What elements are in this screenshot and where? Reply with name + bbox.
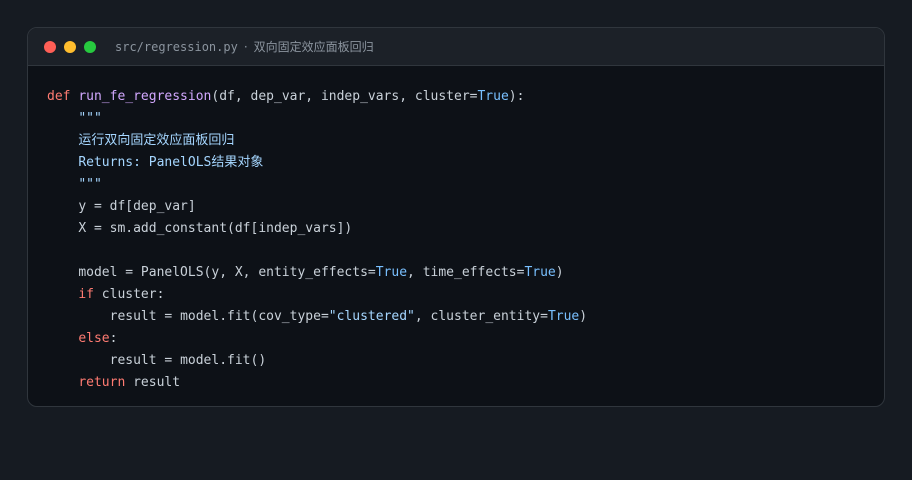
close-window-dot[interactable] (44, 40, 56, 53)
code-else-colon: : (109, 331, 118, 346)
docstring-open: """ (78, 111, 102, 126)
code-line-11: result = model.fit(cov_type="clustered",… (47, 306, 884, 328)
code-line-1: def run_fe_regression(df, dep_var, indep… (47, 86, 884, 108)
code-x-assign: X = sm.add_constant(df[indep_vars]) (78, 221, 353, 236)
code-model-a: model = PanelOLS(y, X, entity_effects= (78, 265, 376, 280)
code-line-4: Returns: PanelOLS结果对象 (47, 152, 884, 174)
code-return-value: result (125, 375, 181, 390)
minimize-window-dot[interactable] (64, 40, 76, 53)
code-line-7: X = sm.add_constant(df[indep_vars]) (47, 218, 884, 240)
docstring-text: 运行双向固定效应面板回归 (78, 133, 235, 148)
code-if-cond: cluster: (93, 287, 165, 302)
code-line-8-blank (47, 240, 884, 262)
code-line-10: if cluster: (47, 284, 884, 306)
code-window: src/regression.py · 双向固定效应面板回归 def run_f… (27, 27, 885, 407)
code-line-6: y = df[dep_var] (47, 196, 884, 218)
bool-true: True (524, 265, 556, 280)
window-titlebar: src/regression.py · 双向固定效应面板回归 (28, 28, 884, 66)
file-description: 双向固定效应面板回归 (253, 40, 374, 54)
keyword-else: else (78, 331, 110, 346)
code-line-2: """ (47, 108, 884, 130)
signature-end: ): (508, 89, 525, 104)
keyword-def: def (47, 89, 71, 104)
code-line-9: model = PanelOLS(y, X, entity_effects=Tr… (47, 262, 884, 284)
code-line-13: result = model.fit() (47, 350, 884, 372)
bool-true: True (547, 309, 580, 324)
code-fit-b: , cluster_entity= (414, 309, 548, 324)
function-args: (df, dep_var, indep_vars, cluster= (211, 89, 478, 104)
keyword-if: if (78, 287, 94, 302)
docstring-close: """ (78, 177, 102, 192)
code-line-5: """ (47, 174, 884, 196)
code-fit-default: result = model.fit() (109, 353, 267, 368)
docstring-returns: Returns: PanelOLS结果对象 (78, 155, 264, 170)
string-clustered: "clustered" (328, 309, 415, 324)
code-fit-end: ) (579, 309, 588, 324)
code-model-b: , time_effects= (407, 265, 525, 280)
maximize-window-dot[interactable] (84, 40, 96, 53)
bool-true: True (375, 265, 408, 280)
code-line-12: else: (47, 328, 884, 350)
code-fit-a: result = model.fit(cov_type= (109, 309, 329, 324)
code-line-14: return result (47, 372, 884, 394)
code-model-end: ) (555, 265, 564, 280)
code-block[interactable]: def run_fe_regression(df, dep_var, indep… (28, 66, 884, 394)
title-separator: · (243, 39, 248, 54)
keyword-return: return (78, 375, 126, 390)
function-name: run_fe_regression (78, 89, 212, 104)
code-y-assign: y = df[dep_var] (78, 199, 196, 214)
file-path: src/regression.py (115, 39, 238, 54)
bool-true: True (477, 89, 509, 104)
code-line-3: 运行双向固定效应面板回归 (47, 130, 884, 152)
